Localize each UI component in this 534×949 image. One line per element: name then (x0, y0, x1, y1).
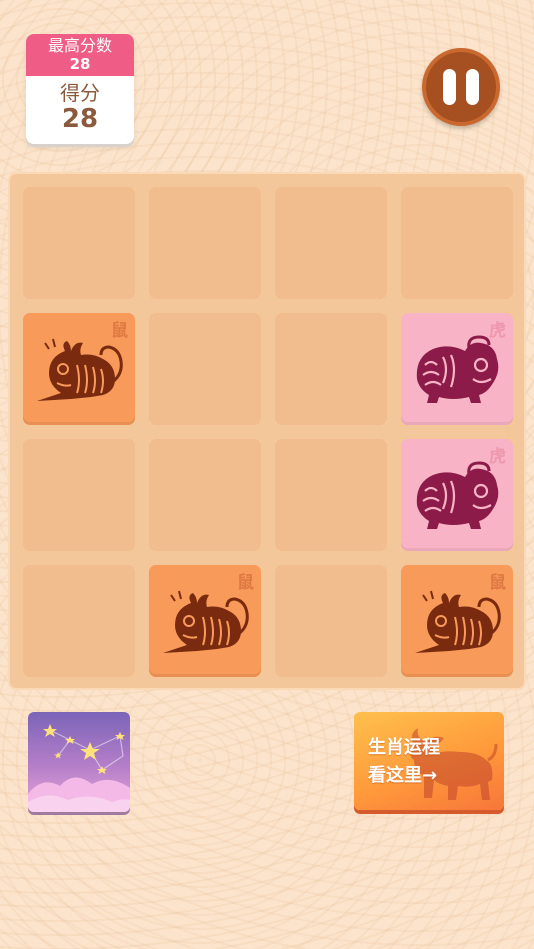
tile-zodiac-label: 鼠 (111, 321, 128, 341)
tile-zodiac-label: 虎 (489, 447, 506, 467)
tile-zodiac-label: 鼠 (237, 573, 254, 593)
game-board[interactable]: 鼠 虎 虎 鼠 鼠 (8, 172, 526, 690)
rat-papercut-icon (37, 338, 123, 401)
best-score-value: 28 (69, 55, 91, 73)
board-cell (401, 187, 513, 299)
board-cell (275, 565, 387, 677)
best-score-header: 最高分数 28 (26, 34, 134, 76)
pause-button[interactable] (422, 48, 500, 126)
tile-tiger: 虎 (401, 439, 513, 551)
constellation-button[interactable] (28, 712, 130, 812)
tile-zodiac-label: 鼠 (489, 573, 506, 593)
board-cell (149, 187, 261, 299)
fortune-text: 生肖运程 看这里→ (368, 734, 440, 790)
board-cell (275, 439, 387, 551)
board-cell (275, 187, 387, 299)
tile-rat: 鼠 (149, 565, 261, 677)
tile-zodiac-label: 虎 (489, 321, 506, 341)
pause-icon-bar (466, 69, 479, 105)
board-cell (23, 565, 135, 677)
score-value: 28 (61, 104, 99, 134)
tiger-papercut-icon (416, 461, 499, 529)
board-cell (149, 313, 261, 425)
tiger-papercut-icon (416, 335, 499, 403)
score-panel: 最高分数 28 得分 28 (26, 34, 134, 144)
best-score-label: 最高分数 (47, 36, 112, 55)
fortune-line-1: 生肖运程 (368, 737, 440, 758)
score-label: 得分 (60, 81, 100, 105)
board-cell (23, 187, 135, 299)
rat-papercut-icon (163, 590, 249, 653)
rat-papercut-icon (415, 590, 501, 653)
fortune-line-2: 看这里→ (368, 765, 438, 786)
pause-icon (443, 69, 456, 105)
tile-rat: 鼠 (401, 565, 513, 677)
board-cell (275, 313, 387, 425)
tile-rat: 鼠 (23, 313, 135, 425)
tile-tiger: 虎 (401, 313, 513, 425)
board-cell (23, 439, 135, 551)
constellation-stars-icon (28, 724, 130, 812)
board-cell (149, 439, 261, 551)
zodiac-fortune-button[interactable]: 生肖运程 看这里→ (354, 712, 504, 810)
